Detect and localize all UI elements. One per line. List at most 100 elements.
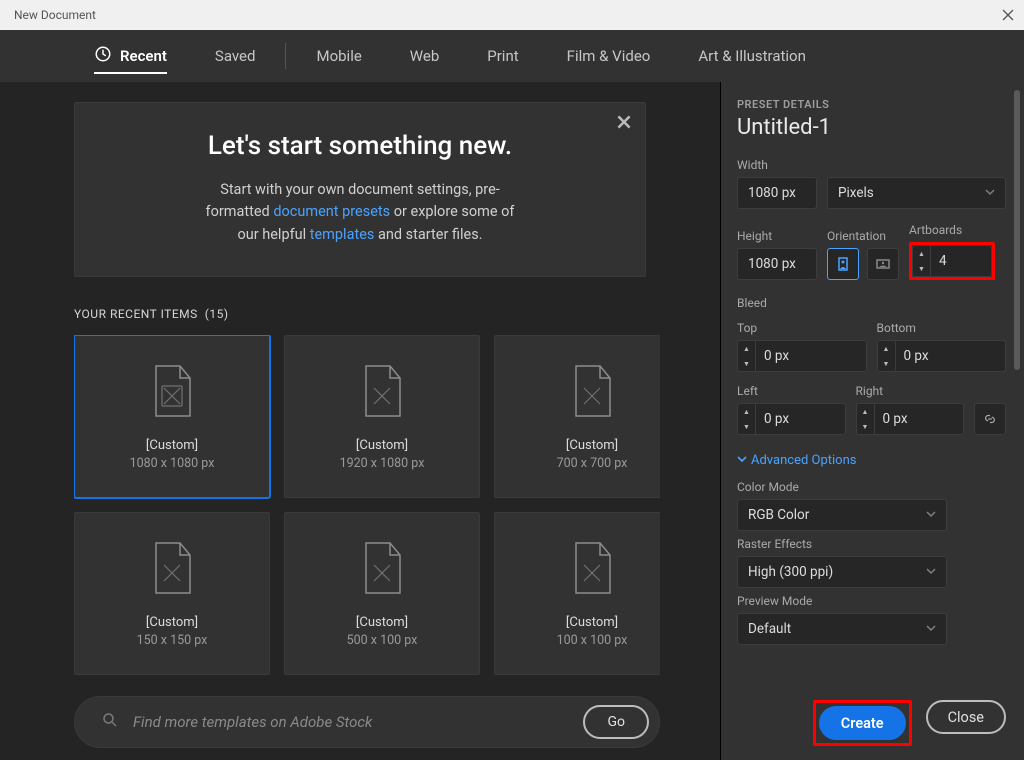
preset-label: [Custom]: [566, 438, 618, 453]
preset-label: [Custom]: [146, 615, 198, 630]
link-bleed-button[interactable]: [974, 403, 1006, 435]
document-icon: [148, 539, 196, 601]
preset-card[interactable]: [Custom] 150 x 150 px: [74, 512, 270, 675]
create-button[interactable]: Create: [819, 706, 906, 740]
bleed-bottom-input[interactable]: ▲▼0 px: [877, 340, 1007, 372]
tab-mobile[interactable]: Mobile: [292, 30, 385, 82]
preset-details-header: PRESET DETAILS: [737, 98, 1006, 111]
tab-label: Mobile: [316, 47, 361, 65]
search-icon: [101, 711, 119, 733]
banner-title: Let's start something new.: [115, 131, 605, 161]
scrollbar[interactable]: [1014, 90, 1020, 370]
go-button[interactable]: Go: [583, 705, 649, 739]
welcome-banner: Let's start something new. Start with yo…: [74, 102, 646, 277]
artboards-label: Artboards: [909, 223, 995, 237]
preset-size: 700 x 700 px: [557, 456, 628, 471]
tab-label: Saved: [215, 47, 256, 65]
bleed-left-label: Left: [737, 384, 846, 398]
tab-web[interactable]: Web: [386, 30, 463, 82]
clock-icon: [94, 45, 112, 67]
adobe-stock-search[interactable]: Find more templates on Adobe Stock Go: [74, 696, 660, 748]
raster-effects-label: Raster Effects: [737, 537, 1006, 551]
document-icon: [568, 362, 616, 424]
preset-size: 1080 x 1080 px: [130, 456, 215, 471]
color-mode-label: Color Mode: [737, 480, 1006, 494]
stepper-down-icon[interactable]: ▼: [913, 261, 930, 276]
orientation-portrait-button[interactable]: [827, 248, 859, 280]
window-titlebar: New Document: [0, 0, 1024, 30]
chevron-down-icon: [737, 453, 747, 468]
chevron-down-icon: [926, 507, 936, 523]
tab-label: Print: [487, 47, 518, 65]
portrait-icon: [835, 256, 851, 272]
color-mode-select[interactable]: RGB Color: [737, 499, 947, 531]
preset-label: [Custom]: [356, 438, 408, 453]
preset-label: [Custom]: [146, 438, 198, 453]
bleed-left-input[interactable]: ▲▼0 px: [737, 403, 846, 435]
advanced-options-toggle[interactable]: Advanced Options: [737, 453, 1006, 468]
preset-card[interactable]: [Custom] 1920 x 1080 px: [284, 335, 480, 498]
orientation-label: Orientation: [827, 229, 899, 243]
preset-card[interactable]: [Custom] 500 x 100 px: [284, 512, 480, 675]
preset-label: [Custom]: [566, 615, 618, 630]
tab-art-illustration[interactable]: Art & Illustration: [674, 30, 830, 82]
raster-effects-select[interactable]: High (300 ppi): [737, 556, 947, 588]
bleed-right-input[interactable]: ▲▼0 px: [856, 403, 965, 435]
width-input[interactable]: 1080 px: [737, 177, 817, 209]
preset-size: 150 x 150 px: [137, 633, 208, 648]
landscape-icon: [875, 256, 891, 272]
width-label: Width: [737, 158, 1006, 172]
dialog-footer: Create Close: [737, 688, 1006, 746]
stepper-up-icon[interactable]: ▲: [913, 246, 930, 261]
tab-label: Web: [410, 47, 439, 65]
left-panel: Let's start something new. Start with yo…: [0, 82, 720, 760]
tab-label: Art & Illustration: [698, 47, 806, 65]
recent-items-header: YOUR RECENT ITEMS (15): [74, 307, 720, 321]
height-input[interactable]: 1080 px: [737, 248, 817, 280]
bleed-top-label: Top: [737, 321, 867, 335]
preset-details-panel: PRESET DETAILS Untitled-1 Width 1080 px …: [720, 82, 1024, 760]
banner-close-button[interactable]: [615, 113, 633, 135]
tab-label: Film & Video: [567, 47, 651, 65]
units-select[interactable]: Pixels: [827, 177, 1006, 209]
link-icon: [983, 412, 997, 426]
chevron-down-icon: [926, 621, 936, 637]
preset-card[interactable]: [Custom] 1080 x 1080 px: [74, 335, 270, 498]
orientation-landscape-button[interactable]: [867, 248, 899, 280]
recent-items-grid: [Custom] 1080 x 1080 px [Custom] 1920 x …: [74, 335, 660, 675]
chevron-down-icon: [926, 564, 936, 580]
document-presets-link[interactable]: document presets: [273, 203, 390, 220]
preset-card[interactable]: [Custom] 700 x 700 px: [494, 335, 660, 498]
preset-label: [Custom]: [356, 615, 408, 630]
preview-mode-select[interactable]: Default: [737, 613, 947, 645]
document-name-input[interactable]: Untitled-1: [737, 115, 1006, 140]
preset-size: 1920 x 1080 px: [340, 456, 425, 471]
tab-film-video[interactable]: Film & Video: [543, 30, 675, 82]
height-label: Height: [737, 229, 817, 243]
artboards-stepper[interactable]: ▲▼: [912, 245, 930, 277]
preset-size: 500 x 100 px: [347, 633, 418, 648]
document-icon: [358, 539, 406, 601]
templates-link[interactable]: templates: [310, 226, 375, 243]
bleed-right-label: Right: [856, 384, 965, 398]
category-tabs: Recent Saved Mobile Web Print Film & Vid…: [0, 30, 1024, 82]
document-icon: [148, 362, 196, 424]
create-button-highlight: Create: [813, 700, 912, 746]
tab-print[interactable]: Print: [463, 30, 542, 82]
close-icon: [1000, 7, 1016, 23]
artboards-field-highlight: ▲▼ 4: [909, 242, 995, 280]
window-close-button[interactable]: [1000, 7, 1016, 23]
artboards-input[interactable]: 4: [930, 245, 992, 277]
bleed-top-input[interactable]: ▲▼0 px: [737, 340, 867, 372]
bleed-label: Bleed: [737, 296, 1006, 310]
tab-recent[interactable]: Recent: [70, 30, 191, 82]
document-icon: [568, 539, 616, 601]
close-button[interactable]: Close: [926, 700, 1006, 734]
preset-card[interactable]: [Custom] 100 x 100 px: [494, 512, 660, 675]
preset-size: 100 x 100 px: [557, 633, 628, 648]
tab-saved[interactable]: Saved: [191, 30, 280, 82]
tab-label: Recent: [120, 47, 167, 65]
close-icon: [615, 113, 633, 131]
tab-divider: [285, 43, 286, 69]
banner-text: Start with your own document settings, p…: [150, 179, 570, 246]
